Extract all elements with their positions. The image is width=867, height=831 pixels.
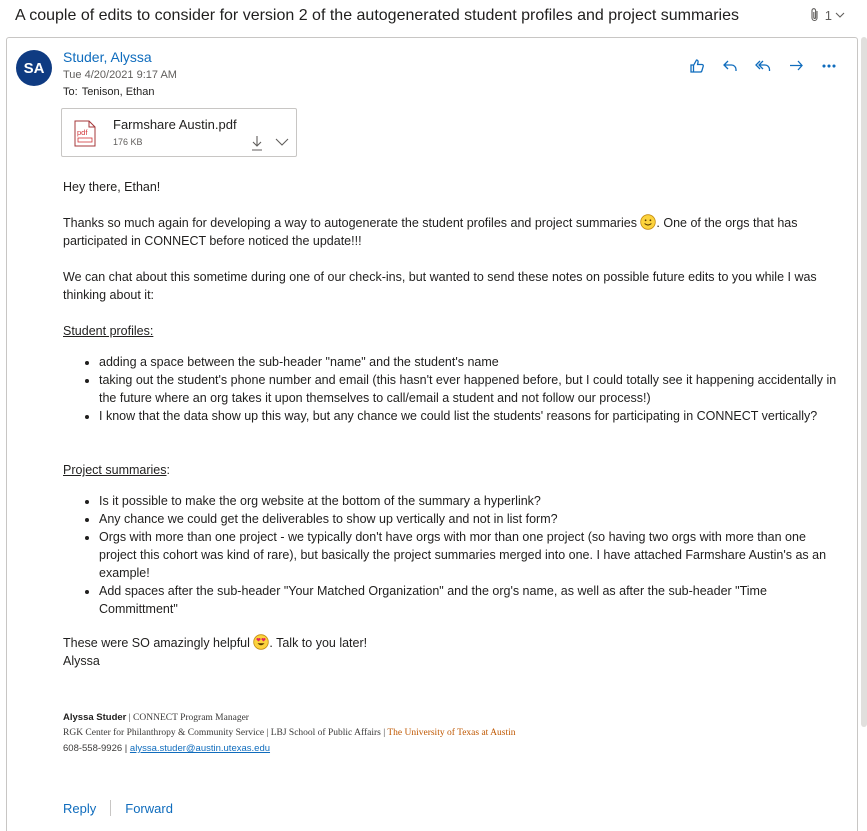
more-icon [822,64,836,68]
pdf-file-icon: pdf [74,120,96,147]
list-item: Any chance we could get the deliverables… [99,510,843,528]
more-actions-button[interactable] [819,56,839,76]
to-label: To: [63,86,78,98]
attachment-name[interactable]: Farmshare Austin.pdf [113,117,237,132]
closing-line: These were SO amazingly helpful . Talk t… [63,634,843,652]
reply-icon [723,60,737,71]
signature-phone: 608-558-9926 | [63,743,130,754]
message-body: Hey there, Ethan! Thanks so much again f… [63,178,843,670]
sign-name: Alyssa [63,654,100,668]
attachment-card[interactable]: pdf Farmshare Austin.pdf 176 KB [61,108,297,157]
avatar[interactable]: SA [16,50,52,86]
signature-line-3: 608-558-9926 | alyssa.studer@austin.utex… [63,741,516,757]
list-item: Add spaces after the sub-header "Your Ma… [99,582,843,618]
signature-org: RGK Center for Philanthropy & Community … [63,728,388,738]
message-date: Tue 4/20/2021 9:17 AM [63,69,177,81]
signature-line-2: RGK Center for Philanthropy & Community … [63,726,516,741]
section-project-summaries-title: Project summaries: [63,461,843,479]
list-item: Orgs with more than one project - we typ… [99,528,843,582]
student-profiles-list: adding a space between the sub-header "n… [63,353,843,425]
list-item: adding a space between the sub-header "n… [99,353,843,371]
scrollbar[interactable] [861,37,867,727]
recipients-line: To: Tenison, Ethan [63,86,154,98]
closing-text: These were SO amazingly helpful [63,636,254,650]
signature-title: | CONNECT Program Manager [126,713,249,723]
list-item: taking out the student's phone number an… [99,371,843,407]
chevron-down-icon [835,12,845,18]
list-item: I know that the data show up this way, b… [99,407,843,425]
signature-name: Alyssa Studer [63,712,127,723]
section-student-profiles-title: Student profiles: [63,322,843,340]
reply-link[interactable]: Reply [63,801,96,816]
forward-link[interactable]: Forward [125,801,173,816]
footer-divider [110,800,112,816]
section-project-summaries-label: Project summaries [63,463,167,477]
sender-name[interactable]: Studer, Alyssa [63,49,152,65]
reply-all-icon [755,60,771,71]
paragraph-1: Thanks so much again for developing a wa… [63,214,843,250]
message-actions [687,56,839,76]
message-card: SA Studer, Alyssa Tue 4/20/2021 9:17 AM … [6,37,858,831]
section-project-summaries-colon: : [166,463,170,477]
email-subject: A couple of edits to consider for versio… [15,7,739,24]
attachment-size: 176 KB [113,137,143,147]
signature-line-1: Alyssa Studer | CONNECT Program Manager [63,710,516,726]
forward-button[interactable] [786,56,806,76]
signature: Alyssa Studer | CONNECT Program Manager … [63,710,516,757]
forward-icon [790,60,803,71]
attachment-count: 1 [824,7,832,23]
section-student-profiles-label: Student profiles: [63,324,154,338]
paragraph-1-text: Thanks so much again for developing a wa… [63,216,641,230]
closing-text-end: . Talk to you later! [269,636,368,650]
download-icon[interactable] [250,135,264,151]
signature-email-link[interactable]: alyssa.studer@austin.utexas.edu [130,743,270,754]
reply-all-button[interactable] [753,56,773,76]
pdf-label: pdf [77,128,88,137]
heart-eyes-emoji-icon [253,634,270,650]
paragraph-2: We can chat about this sometime during o… [63,270,817,302]
smile-emoji-icon [640,214,657,230]
like-button[interactable] [687,56,707,76]
recipient[interactable]: Tenison, Ethan [82,86,155,98]
subject-bar: A couple of edits to consider for versio… [0,0,867,34]
chevron-down-icon[interactable] [275,137,289,147]
list-item: Is it possible to make the org website a… [99,492,843,510]
reply-button[interactable] [720,56,740,76]
attachment-count-button[interactable]: 1 [808,7,845,23]
signature-university: The University of Texas at Austin [387,728,516,738]
thumbs-up-icon [690,59,704,73]
greeting: Hey there, Ethan! [63,180,161,194]
project-summaries-list: Is it possible to make the org website a… [63,492,843,618]
paperclip-icon [811,8,818,22]
message-footer: Reply Forward [63,800,173,816]
